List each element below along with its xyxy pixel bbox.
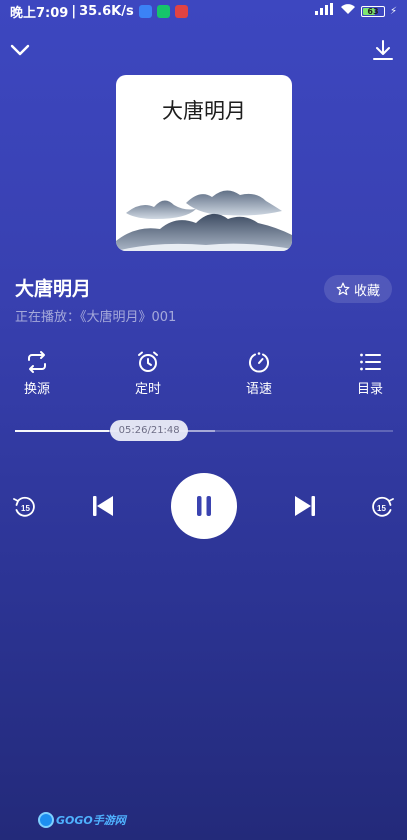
status-time: 晚上7:09: [10, 5, 69, 21]
notification-app-icon: [174, 4, 188, 18]
album-cover: 大唐明月: [116, 75, 292, 251]
cover-title: 大唐明月: [162, 99, 246, 123]
rewind-icon: 15: [13, 496, 35, 517]
status-bar: 晚上7:09 | 35.6K/s HD 63 ⚡: [0, 0, 407, 22]
function-label: 定时: [134, 382, 161, 397]
watermark-text: GOGO手游网: [56, 814, 126, 827]
function-row: 换源 定时 语速 目录: [0, 350, 407, 400]
charging-icon: ⚡: [389, 5, 397, 17]
battery-level: 63: [367, 6, 379, 16]
skip-previous-icon: [93, 496, 113, 516]
favorite-label: 收藏: [353, 283, 380, 299]
function-label: 目录: [356, 382, 383, 397]
pause-icon: [197, 496, 211, 516]
star-icon: [336, 282, 350, 296]
rewind-seconds: 15: [21, 504, 30, 513]
next-button[interactable]: [292, 492, 318, 520]
progress-bar[interactable]: [15, 430, 393, 432]
progress-played: [15, 430, 110, 432]
skip-next-icon: [295, 496, 315, 516]
alarm-clock-icon: [138, 351, 158, 372]
now-playing-text: 正在播放：《大唐明月》001: [15, 310, 177, 325]
collapse-button[interactable]: [8, 38, 32, 62]
speed-gauge-icon: [249, 352, 269, 373]
watermark-logo: GOGO手游网: [38, 812, 126, 828]
switch-source-button[interactable]: 换源: [7, 350, 67, 397]
function-label: 语速: [245, 382, 272, 397]
list-icon: [360, 353, 381, 371]
forward-icon: 15: [372, 496, 394, 517]
rewind-15-button[interactable]: 15: [12, 494, 38, 520]
status-speed: 35.6K/s: [79, 3, 134, 19]
wifi-icon: [340, 3, 356, 19]
switch-source-icon: [28, 351, 46, 373]
forward-seconds: 15: [377, 504, 386, 513]
catalog-button[interactable]: 目录: [340, 350, 400, 397]
notification-app-icon: [138, 4, 152, 18]
status-separator: |: [71, 3, 77, 19]
chevron-down-icon: [10, 44, 30, 56]
timer-button[interactable]: 定时: [118, 350, 178, 397]
track-title: 大唐明月: [15, 278, 92, 300]
forward-15-button[interactable]: 15: [369, 494, 395, 520]
download-icon: [373, 40, 393, 60]
ink-mountain-art: [116, 190, 292, 251]
watermark-badge: [38, 812, 54, 828]
speed-button[interactable]: 语速: [229, 350, 289, 397]
battery-icon: 63: [360, 5, 385, 17]
download-button[interactable]: [371, 38, 395, 62]
wechat-icon: [156, 4, 170, 18]
progress-thumb[interactable]: 05:26/21:48: [110, 420, 189, 441]
favorite-button[interactable]: 收藏: [323, 275, 392, 303]
progress-time: 05:26/21:48: [118, 425, 180, 436]
function-label: 换源: [23, 382, 50, 397]
signal-icon: [314, 3, 335, 19]
previous-button[interactable]: [90, 492, 116, 520]
play-pause-button[interactable]: [171, 473, 237, 539]
